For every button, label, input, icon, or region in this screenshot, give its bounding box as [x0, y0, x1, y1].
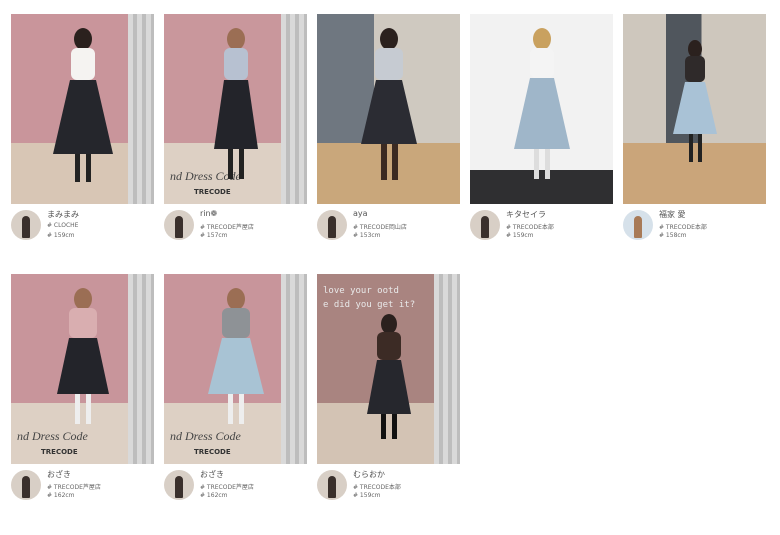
- ootd-card[interactable]: 福家 愛 # TRECODE本部 # 158cm: [623, 14, 766, 262]
- ootd-card[interactable]: nd Dress Code TRECODE rin❁ # TRECODE芦屋店 …: [164, 14, 307, 262]
- user-name[interactable]: おざき: [47, 469, 71, 480]
- ootd-photo[interactable]: [470, 14, 613, 204]
- store-tag[interactable]: # TRECODE本部: [353, 482, 401, 491]
- user-name[interactable]: おざき: [200, 469, 224, 480]
- user-name[interactable]: aya: [353, 209, 368, 218]
- store-tag[interactable]: # TRECODE芦屋店: [200, 222, 254, 231]
- height-tag: # 162cm: [47, 492, 75, 499]
- user-name[interactable]: むらおか: [353, 469, 385, 480]
- ootd-card[interactable]: キタセイラ # TRECODE本部 # 159cm: [470, 14, 613, 262]
- store-tag[interactable]: # TRECODE芦屋店: [47, 482, 101, 491]
- height-tag: # 153cm: [353, 232, 381, 239]
- ootd-photo[interactable]: [317, 14, 460, 204]
- avatar[interactable]: [317, 210, 347, 240]
- avatar[interactable]: [317, 470, 347, 500]
- user-name[interactable]: 福家 愛: [659, 209, 686, 220]
- ootd-photo[interactable]: love your ootd e did you get it?: [317, 274, 460, 464]
- height-tag: # 159cm: [47, 232, 75, 239]
- ootd-card[interactable]: まみまみ # CLOCHE # 159cm: [11, 14, 154, 262]
- ootd-photo[interactable]: nd Dress Code TRECODE: [164, 14, 307, 204]
- ootd-photo[interactable]: nd Dress Code TRECODE: [11, 274, 154, 464]
- ootd-card[interactable]: nd Dress Code TRECODE おざき # TRECODE芦屋店 #…: [164, 274, 307, 522]
- avatar[interactable]: [164, 210, 194, 240]
- user-name[interactable]: rin❁: [200, 209, 217, 218]
- height-tag: # 157cm: [200, 232, 228, 239]
- user-name[interactable]: まみまみ: [47, 209, 79, 220]
- height-tag: # 159cm: [353, 492, 381, 499]
- ootd-card[interactable]: nd Dress Code TRECODE おざき # TRECODE芦屋店 #…: [11, 274, 154, 522]
- user-name[interactable]: キタセイラ: [506, 209, 546, 220]
- avatar[interactable]: [623, 210, 653, 240]
- store-tag[interactable]: # TRECODE芦屋店: [200, 482, 254, 491]
- avatar[interactable]: [470, 210, 500, 240]
- ootd-photo[interactable]: nd Dress Code TRECODE: [164, 274, 307, 464]
- store-tag[interactable]: # TRECODE岡山店: [353, 222, 407, 231]
- avatar[interactable]: [11, 210, 41, 240]
- ootd-card[interactable]: aya # TRECODE岡山店 # 153cm: [317, 14, 460, 262]
- ootd-card[interactable]: love your ootd e did you get it? むらおか # …: [317, 274, 460, 522]
- store-tag[interactable]: # TRECODE本部: [506, 222, 554, 231]
- ootd-photo[interactable]: [623, 14, 766, 204]
- store-tag[interactable]: # CLOCHE: [47, 222, 78, 229]
- store-tag[interactable]: # TRECODE本部: [659, 222, 707, 231]
- ootd-photo[interactable]: [11, 14, 154, 204]
- avatar[interactable]: [11, 470, 41, 500]
- height-tag: # 158cm: [659, 232, 687, 239]
- height-tag: # 159cm: [506, 232, 534, 239]
- height-tag: # 162cm: [200, 492, 228, 499]
- avatar[interactable]: [164, 470, 194, 500]
